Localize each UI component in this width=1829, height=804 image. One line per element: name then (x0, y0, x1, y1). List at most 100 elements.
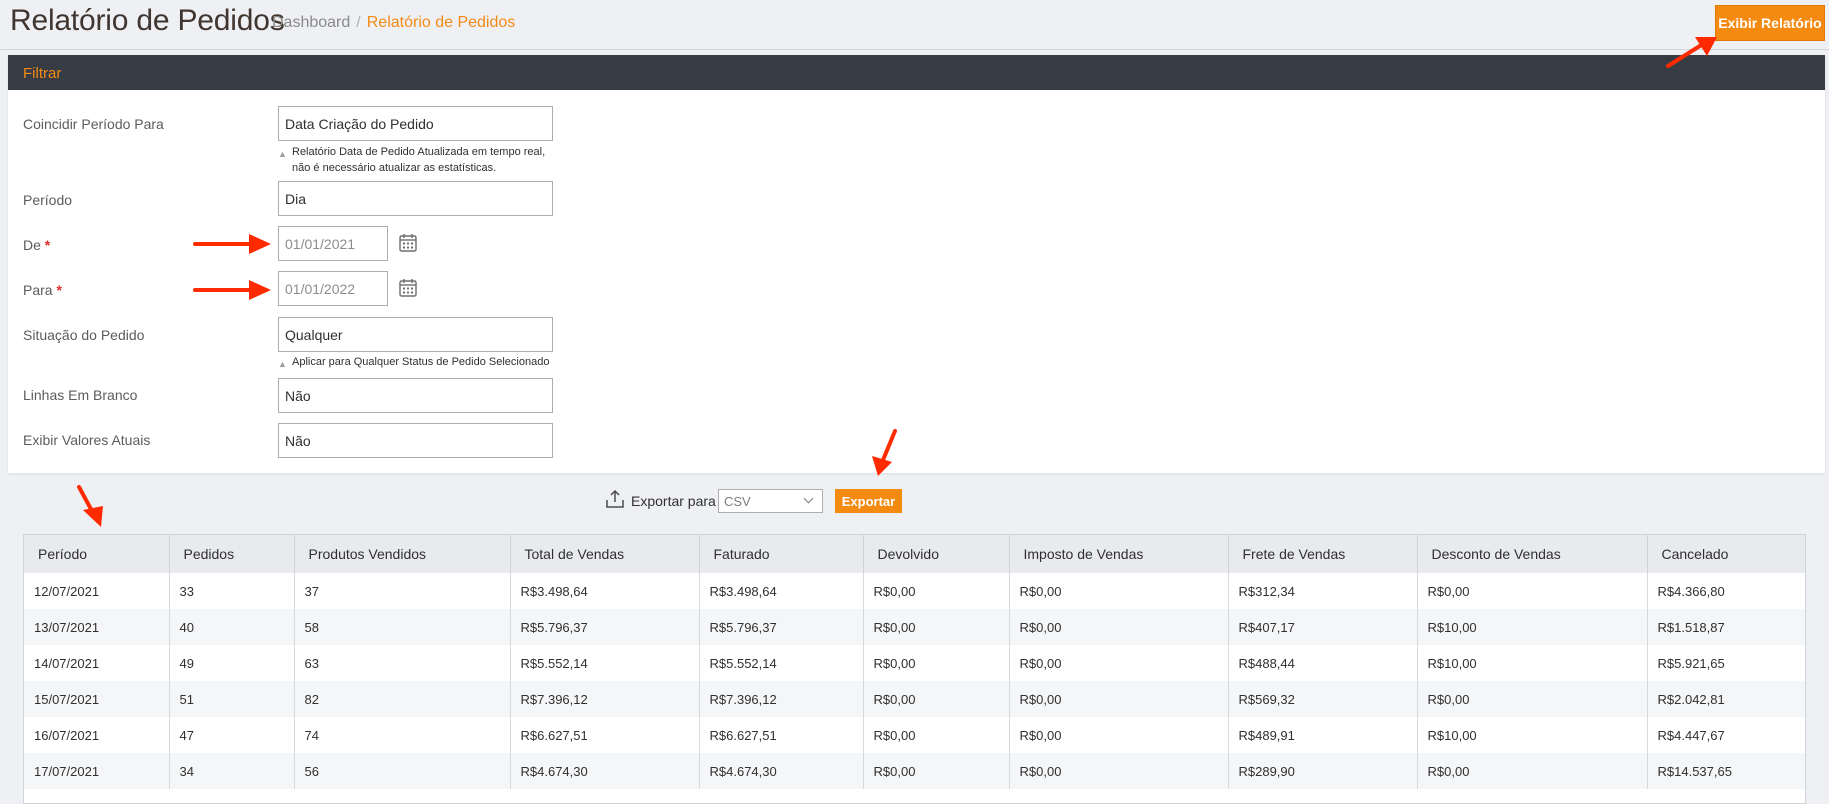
column-header[interactable]: Pedidos (168, 535, 294, 573)
export-button[interactable]: Exportar (835, 489, 902, 513)
match-period-note-text: Relatório Data de Pedido Atualizada em t… (292, 146, 546, 174)
column-header[interactable]: Produtos Vendidos (293, 535, 510, 573)
table-cell: R$0,00 (1416, 573, 1647, 609)
column-header[interactable]: Cancelado (1646, 535, 1805, 573)
table-cell: R$0,00 (862, 717, 1009, 753)
table-cell: R$0,00 (1008, 717, 1228, 753)
filter-panel: Filtrar Coincidir Período Para Data Cria… (8, 55, 1825, 473)
table-cell: 34 (168, 753, 294, 789)
table-cell: 40 (168, 609, 294, 645)
table-cell: R$488,44 (1227, 645, 1417, 681)
export-format-value: CSV (724, 494, 751, 509)
table-cell: R$14.537,65 (1646, 753, 1805, 789)
table-cell: R$4.366,80 (1646, 573, 1805, 609)
table-cell: 17/07/2021 (24, 753, 169, 789)
column-header[interactable]: Total de Vendas (509, 535, 699, 573)
table-cell: R$3.498,64 (509, 573, 699, 609)
table-cell: R$10,00 (1416, 609, 1647, 645)
table-row: 14/07/2021 49 63 R$5.552,14 R$5.552,14 R$0,00… (24, 645, 1805, 681)
show-report-button[interactable]: Exibir Relatório (1715, 5, 1825, 41)
table-cell: R$0,00 (1008, 609, 1228, 645)
table-cell: R$0,00 (1008, 645, 1228, 681)
table-cell: R$4.674,30 (698, 753, 863, 789)
table-cell: R$0,00 (1008, 753, 1228, 789)
table-cell: 49 (168, 645, 294, 681)
column-header[interactable]: Devolvido (862, 535, 1009, 573)
table-cell: R$0,00 (862, 609, 1009, 645)
match-period-label: Coincidir Período Para (23, 116, 164, 132)
table-cell: 16/07/2021 (24, 717, 169, 753)
breadcrumb: Dashboard / Relatório de Pedidos (272, 14, 515, 32)
annotation-arrow-icon (193, 234, 271, 254)
table-cell: R$0,00 (1416, 681, 1647, 717)
table-cell: 15/07/2021 (24, 681, 169, 717)
table-cell: R$10,00 (1416, 717, 1647, 753)
table-cell: R$7.396,12 (698, 681, 863, 717)
page-header: Relatório de Pedidos Dashboard / Relatório… (0, 0, 1829, 50)
required-marker: * (56, 282, 62, 298)
annotation-arrow-icon (1666, 37, 1717, 68)
table-cell: R$0,00 (1008, 573, 1228, 609)
table-cell: R$289,90 (1227, 753, 1417, 789)
report-table: Período Pedidos Produtos Vendidos Total de … (23, 534, 1806, 804)
note-triangle-icon: ▲ (278, 359, 287, 369)
breadcrumb-separator: / (356, 14, 361, 31)
column-header[interactable]: Frete de Vendas (1227, 535, 1417, 573)
table-row: 15/07/2021 51 82 R$7.396,12 R$7.396,12 R$0,00… (24, 681, 1805, 717)
table-body: 12/07/2021 33 37 R$3.498,64 R$3.498,64 R$0,00… (24, 573, 1805, 789)
table-cell: 74 (293, 717, 510, 753)
column-header[interactable]: Faturado (698, 535, 863, 573)
chevron-down-icon (803, 493, 814, 504)
breadcrumb-current: Relatório de Pedidos (366, 14, 516, 31)
table-cell: R$0,00 (862, 681, 1009, 717)
empty-rows-select[interactable]: Não (278, 378, 553, 413)
table-cell: 56 (293, 753, 510, 789)
column-header[interactable]: Período (24, 535, 169, 573)
table-cell: 51 (168, 681, 294, 717)
table-cell: 12/07/2021 (24, 573, 169, 609)
export-label: Exportar para : (631, 493, 724, 509)
table-row: 13/07/2021 40 58 R$5.796,37 R$5.796,37 R$0,00… (24, 609, 1805, 645)
table-cell: 14/07/2021 (24, 645, 169, 681)
actual-values-select[interactable]: Não (278, 423, 553, 458)
breadcrumb-dashboard-link[interactable]: Dashboard (272, 14, 350, 31)
match-period-note: ▲ Relatório Data de Pedido Atualizada em… (278, 144, 558, 176)
table-cell: R$407,17 (1227, 609, 1417, 645)
table-cell: R$569,32 (1227, 681, 1417, 717)
table-cell: 63 (293, 645, 510, 681)
from-date-input[interactable]: 01/01/2021 (278, 226, 388, 261)
table-row: 17/07/2021 34 56 R$4.674,30 R$4.674,30 R$0,00… (24, 753, 1805, 789)
table-cell: 82 (293, 681, 510, 717)
table-row: 16/07/2021 47 74 R$6.627,51 R$6.627,51 R$0,00… (24, 717, 1805, 753)
calendar-icon[interactable] (398, 278, 418, 298)
table-cell: R$312,34 (1227, 573, 1417, 609)
table-cell: R$4.674,30 (509, 753, 699, 789)
column-header[interactable]: Desconto de Vendas (1416, 535, 1647, 573)
table-cell: R$489,91 (1227, 717, 1417, 753)
to-date-label: Para * (23, 282, 62, 298)
table-cell: R$1.518,87 (1646, 609, 1805, 645)
export-format-select[interactable]: CSV (718, 489, 823, 513)
table-cell: R$6.627,51 (698, 717, 863, 753)
table-cell: 47 (168, 717, 294, 753)
order-status-select[interactable]: Qualquer (278, 317, 553, 352)
filter-panel-title[interactable]: Filtrar (8, 55, 1825, 90)
table-cell: R$0,00 (1008, 681, 1228, 717)
note-triangle-icon: ▲ (278, 149, 287, 159)
order-status-note-text: Aplicar para Qualquer Status de Pedido S… (292, 356, 550, 368)
table-header-row: Período Pedidos Produtos Vendidos Total de … (24, 535, 1805, 573)
annotation-arrow-icon (872, 429, 897, 476)
period-select[interactable]: Dia (278, 181, 553, 216)
table-cell: R$5.921,65 (1646, 645, 1805, 681)
match-period-select[interactable]: Data Criação do Pedido (278, 106, 553, 141)
to-date-input[interactable]: 01/01/2022 (278, 271, 388, 306)
column-header[interactable]: Imposto de Vendas (1008, 535, 1228, 573)
table-cell: R$3.498,64 (698, 573, 863, 609)
table-cell: R$0,00 (862, 573, 1009, 609)
calendar-icon[interactable] (398, 233, 418, 253)
table-cell: R$6.627,51 (509, 717, 699, 753)
table-cell: 58 (293, 609, 510, 645)
table-cell: 33 (168, 573, 294, 609)
empty-rows-label: Linhas Em Branco (23, 387, 138, 403)
table-cell: R$10,00 (1416, 645, 1647, 681)
